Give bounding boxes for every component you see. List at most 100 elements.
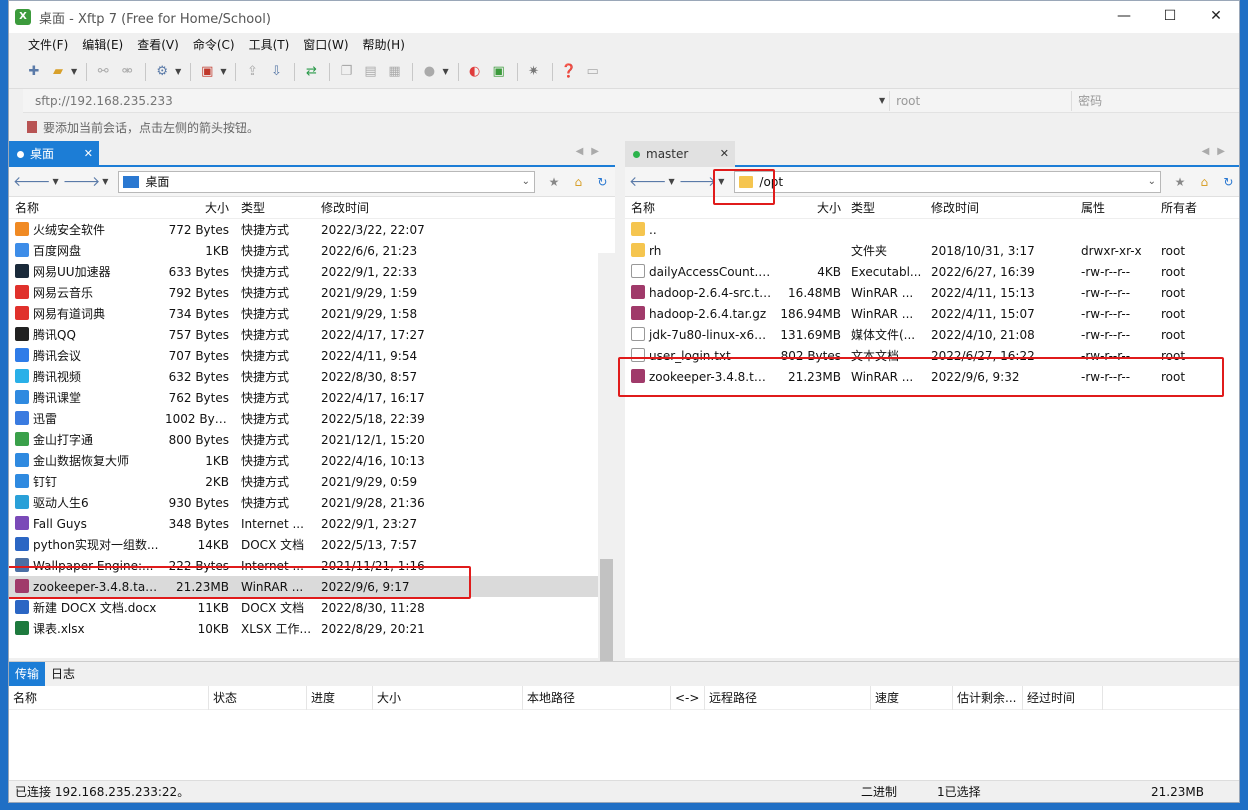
col-name[interactable]: 名称: [9, 199, 159, 216]
local-path-input[interactable]: 桌面 ⌄: [118, 170, 535, 193]
table-row[interactable]: rh 文件夹 2018/10/31, 3:17 drwxr-xr-x root: [625, 240, 1239, 261]
chevron-down-icon[interactable]: ▼: [718, 177, 724, 186]
tab-scroll-arrows[interactable]: ◀▶: [1202, 146, 1233, 157]
table-row[interactable]: hadoop-2.6.4-src.ta... 16.48MB WinRAR ... 2…: [625, 282, 1239, 303]
col-remote-path[interactable]: 远程路径: [705, 685, 871, 710]
table-row[interactable]: Fall Guys 348 Bytes Internet ... 2022/9/1, …: [9, 513, 615, 534]
table-row[interactable]: zookeeper-3.4.8.tar... 21.23MB WinRAR ... 2…: [625, 366, 1239, 387]
table-row[interactable]: 金山打字通 800 Bytes 快捷方式 2021/12/1, 15:20: [9, 429, 615, 450]
chat-icon[interactable]: ▭: [582, 61, 604, 83]
table-row[interactable]: 钉钉 2KB 快捷方式 2021/9/29, 0:59: [9, 471, 615, 492]
table-row[interactable]: 腾讯课堂 762 Bytes 快捷方式 2022/4/17, 16:17: [9, 387, 615, 408]
tab-local-desktop[interactable]: 桌面 ✕: [9, 141, 99, 167]
forward-arrow-icon[interactable]: 🡒: [679, 173, 717, 190]
help-icon[interactable]: ❓: [558, 61, 580, 83]
col-elapsed[interactable]: 经过时间: [1023, 685, 1103, 710]
col-name[interactable]: 名称: [625, 199, 773, 216]
close-icon[interactable]: ✕: [84, 141, 93, 167]
col-owner[interactable]: 所有者: [1155, 199, 1225, 216]
table-row[interactable]: 网易UU加速器 633 Bytes 快捷方式 2022/9/1, 22:33: [9, 261, 615, 282]
upload-icon[interactable]: ⇪: [241, 61, 263, 83]
chevron-down-icon[interactable]: ▼: [220, 67, 226, 76]
paste-icon[interactable]: ▤: [359, 61, 381, 83]
print-icon[interactable]: ▦: [383, 61, 405, 83]
table-row[interactable]: 网易云音乐 792 Bytes 快捷方式 2021/9/29, 1:59: [9, 282, 615, 303]
table-row[interactable]: 金山数据恢复大师 1KB 快捷方式 2022/4/16, 10:13: [9, 450, 615, 471]
col-direction[interactable]: <->: [671, 685, 705, 710]
col-size[interactable]: 大小: [373, 685, 523, 710]
menu-view[interactable]: 查看(V): [130, 36, 186, 53]
col-speed[interactable]: 速度: [871, 685, 953, 710]
star-icon[interactable]: ★: [549, 175, 560, 189]
chevron-down-icon[interactable]: ▼: [53, 177, 59, 186]
table-row[interactable]: 腾讯会议 707 Bytes 快捷方式 2022/4/11, 9:54: [9, 345, 615, 366]
table-row[interactable]: dailyAccessCount.jar 4KB Executabl... 2022/…: [625, 261, 1239, 282]
password-field[interactable]: 密码: [1071, 90, 1239, 111]
table-row[interactable]: 火绒安全软件 772 Bytes 快捷方式 2022/3/22, 22:07: [9, 219, 615, 240]
chevron-down-icon[interactable]: ▼: [175, 67, 181, 76]
col-name[interactable]: 名称: [9, 685, 209, 710]
close-icon[interactable]: ✕: [1193, 1, 1239, 31]
table-row[interactable]: 驱动人生6 930 Bytes 快捷方式 2021/9/28, 21:36: [9, 492, 615, 513]
tab-log[interactable]: 日志: [45, 662, 81, 686]
col-size[interactable]: 大小: [159, 199, 235, 216]
chevron-down-icon[interactable]: ▼: [879, 96, 885, 105]
col-size[interactable]: 大小: [773, 199, 845, 216]
refresh-icon[interactable]: ↻: [1223, 175, 1233, 189]
star-icon[interactable]: ★: [1175, 175, 1186, 189]
table-row[interactable]: hadoop-2.6.4.tar.gz 186.94MB WinRAR ... 202…: [625, 303, 1239, 324]
back-arrow-icon[interactable]: 🡐: [629, 173, 667, 190]
table-row[interactable]: 新建 DOCX 文档.docx 11KB DOCX 文档 2022/8/30, 11:…: [9, 597, 615, 618]
menu-command[interactable]: 命令(C): [186, 36, 242, 53]
link-icon[interactable]: ⚯: [92, 61, 114, 83]
xftp-icon[interactable]: ▣: [488, 61, 510, 83]
col-status[interactable]: 状态: [209, 685, 307, 710]
col-modified[interactable]: 修改时间: [925, 199, 1075, 216]
pane-splitter[interactable]: [615, 141, 625, 658]
table-row[interactable]: python实现对一组数... 14KB DOCX 文档 2022/5/13, 7:5…: [9, 534, 615, 555]
terminal-icon[interactable]: ▣: [196, 61, 218, 83]
col-attributes[interactable]: 属性: [1075, 199, 1155, 216]
table-row[interactable]: 腾讯视频 632 Bytes 快捷方式 2022/8/30, 8:57: [9, 366, 615, 387]
table-row[interactable]: 腾讯QQ 757 Bytes 快捷方式 2022/4/17, 17:27: [9, 324, 615, 345]
home-icon[interactable]: ⌂: [575, 175, 583, 189]
menu-window[interactable]: 窗口(W): [296, 36, 355, 53]
refresh-icon[interactable]: ↻: [597, 175, 607, 189]
remote-path-input[interactable]: /opt ⌄: [734, 170, 1161, 193]
sync-icon[interactable]: ⇄: [300, 61, 322, 83]
download-icon[interactable]: ⇩: [265, 61, 287, 83]
globe-icon[interactable]: ●: [418, 61, 440, 83]
forward-arrow-icon[interactable]: 🡒: [63, 173, 101, 190]
local-scrollbar[interactable]: [598, 253, 615, 714]
menu-file[interactable]: 文件(F): [21, 36, 75, 53]
table-row[interactable]: 迅雷 1002 Byt... 快捷方式 2022/5/18, 22:39: [9, 408, 615, 429]
menu-tools[interactable]: 工具(T): [242, 36, 297, 53]
table-row[interactable]: Wallpaper Engine:... 222 Bytes Internet ..…: [9, 555, 615, 576]
username-field[interactable]: root: [889, 90, 1071, 111]
table-row[interactable]: zookeeper-3.4.8.tar... 21.23MB WinRAR ... 2…: [9, 576, 615, 597]
col-eta[interactable]: 估计剩余...: [953, 685, 1023, 710]
chevron-down-icon[interactable]: ▼: [71, 67, 77, 76]
chevron-down-icon[interactable]: ▼: [102, 177, 108, 186]
gear-icon[interactable]: ✷: [523, 61, 545, 83]
settings-folder-icon[interactable]: ⚙: [151, 61, 173, 83]
minimize-icon[interactable]: —: [1101, 1, 1147, 31]
table-row[interactable]: 课表.xlsx 10KB XLSX 工作... 2022/8/29, 20:21: [9, 618, 615, 639]
table-row[interactable]: 百度网盘 1KB 快捷方式 2022/6/6, 21:23: [9, 240, 615, 261]
col-type[interactable]: 类型: [845, 199, 925, 216]
home-icon[interactable]: ⌂: [1201, 175, 1209, 189]
col-modified[interactable]: 修改时间: [315, 199, 463, 216]
close-icon[interactable]: ✕: [720, 141, 729, 167]
table-row[interactable]: jdk-7u80-linux-x64.r... 131.69MB 媒体文件(... 2…: [625, 324, 1239, 345]
maximize-icon[interactable]: ☐: [1147, 1, 1193, 31]
chevron-down-icon[interactable]: ⌄: [522, 176, 530, 187]
chevron-down-icon[interactable]: ▼: [442, 67, 448, 76]
new-session-icon[interactable]: ✚: [23, 61, 45, 83]
table-row[interactable]: user_login.txt 802 Bytes 文本文档 2022/6/27, 16…: [625, 345, 1239, 366]
open-folder-icon[interactable]: ▰: [47, 61, 69, 83]
chevron-down-icon[interactable]: ⌄: [1148, 176, 1156, 187]
col-progress[interactable]: 进度: [307, 685, 373, 710]
menu-help[interactable]: 帮助(H): [356, 36, 412, 53]
col-local-path[interactable]: 本地路径: [523, 685, 671, 710]
table-row[interactable]: 网易有道词典 734 Bytes 快捷方式 2021/9/29, 1:58: [9, 303, 615, 324]
